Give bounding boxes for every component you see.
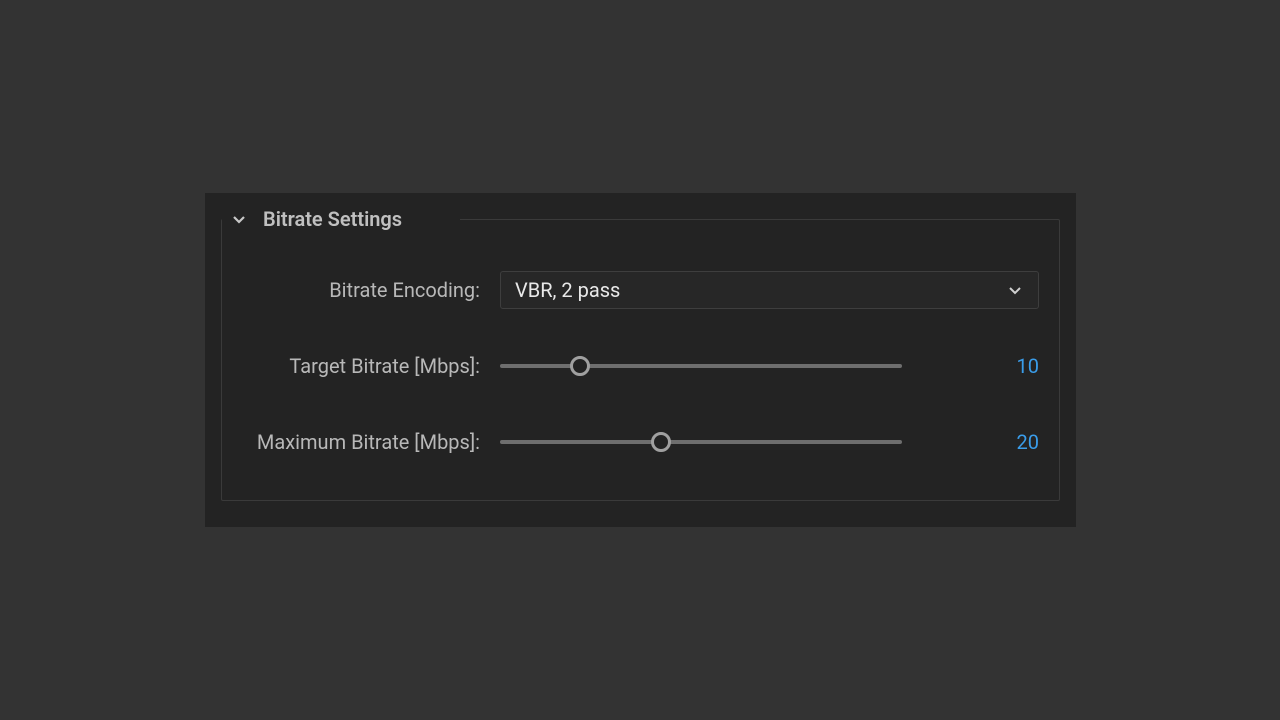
target-bitrate-row: Target Bitrate [Mbps]: 10 — [222, 346, 1039, 386]
bitrate-settings-panel: Bitrate Encoding: VBR, 2 pass Target Bit… — [205, 193, 1076, 527]
bitrate-settings-fieldset: Bitrate Encoding: VBR, 2 pass Target Bit… — [221, 219, 1060, 501]
target-bitrate-slider-wrap: 10 — [500, 354, 1039, 378]
bitrate-encoding-row: Bitrate Encoding: VBR, 2 pass — [222, 270, 1039, 310]
maximum-bitrate-row: Maximum Bitrate [Mbps]: 20 — [222, 422, 1039, 462]
maximum-bitrate-slider[interactable] — [500, 440, 902, 444]
bitrate-settings-toggle[interactable]: Bitrate Settings — [229, 207, 402, 231]
maximum-bitrate-value[interactable]: 20 — [1001, 430, 1039, 454]
maximum-bitrate-slider-wrap: 20 — [500, 430, 1039, 454]
settings-rows: Bitrate Encoding: VBR, 2 pass Target Bit… — [222, 270, 1039, 462]
chevron-down-icon — [229, 209, 249, 229]
target-bitrate-label: Target Bitrate [Mbps]: — [222, 354, 500, 378]
target-bitrate-slider[interactable] — [500, 364, 902, 368]
target-bitrate-slider-thumb[interactable] — [570, 356, 590, 376]
section-title: Bitrate Settings — [263, 207, 402, 231]
maximum-bitrate-slider-thumb[interactable] — [651, 432, 671, 452]
chevron-down-icon — [1006, 281, 1024, 299]
target-bitrate-value[interactable]: 10 — [1001, 354, 1039, 378]
bitrate-encoding-value: VBR, 2 pass — [515, 278, 620, 302]
bitrate-encoding-select[interactable]: VBR, 2 pass — [500, 271, 1039, 309]
maximum-bitrate-label: Maximum Bitrate [Mbps]: — [222, 430, 500, 454]
bitrate-encoding-label: Bitrate Encoding: — [222, 278, 500, 302]
